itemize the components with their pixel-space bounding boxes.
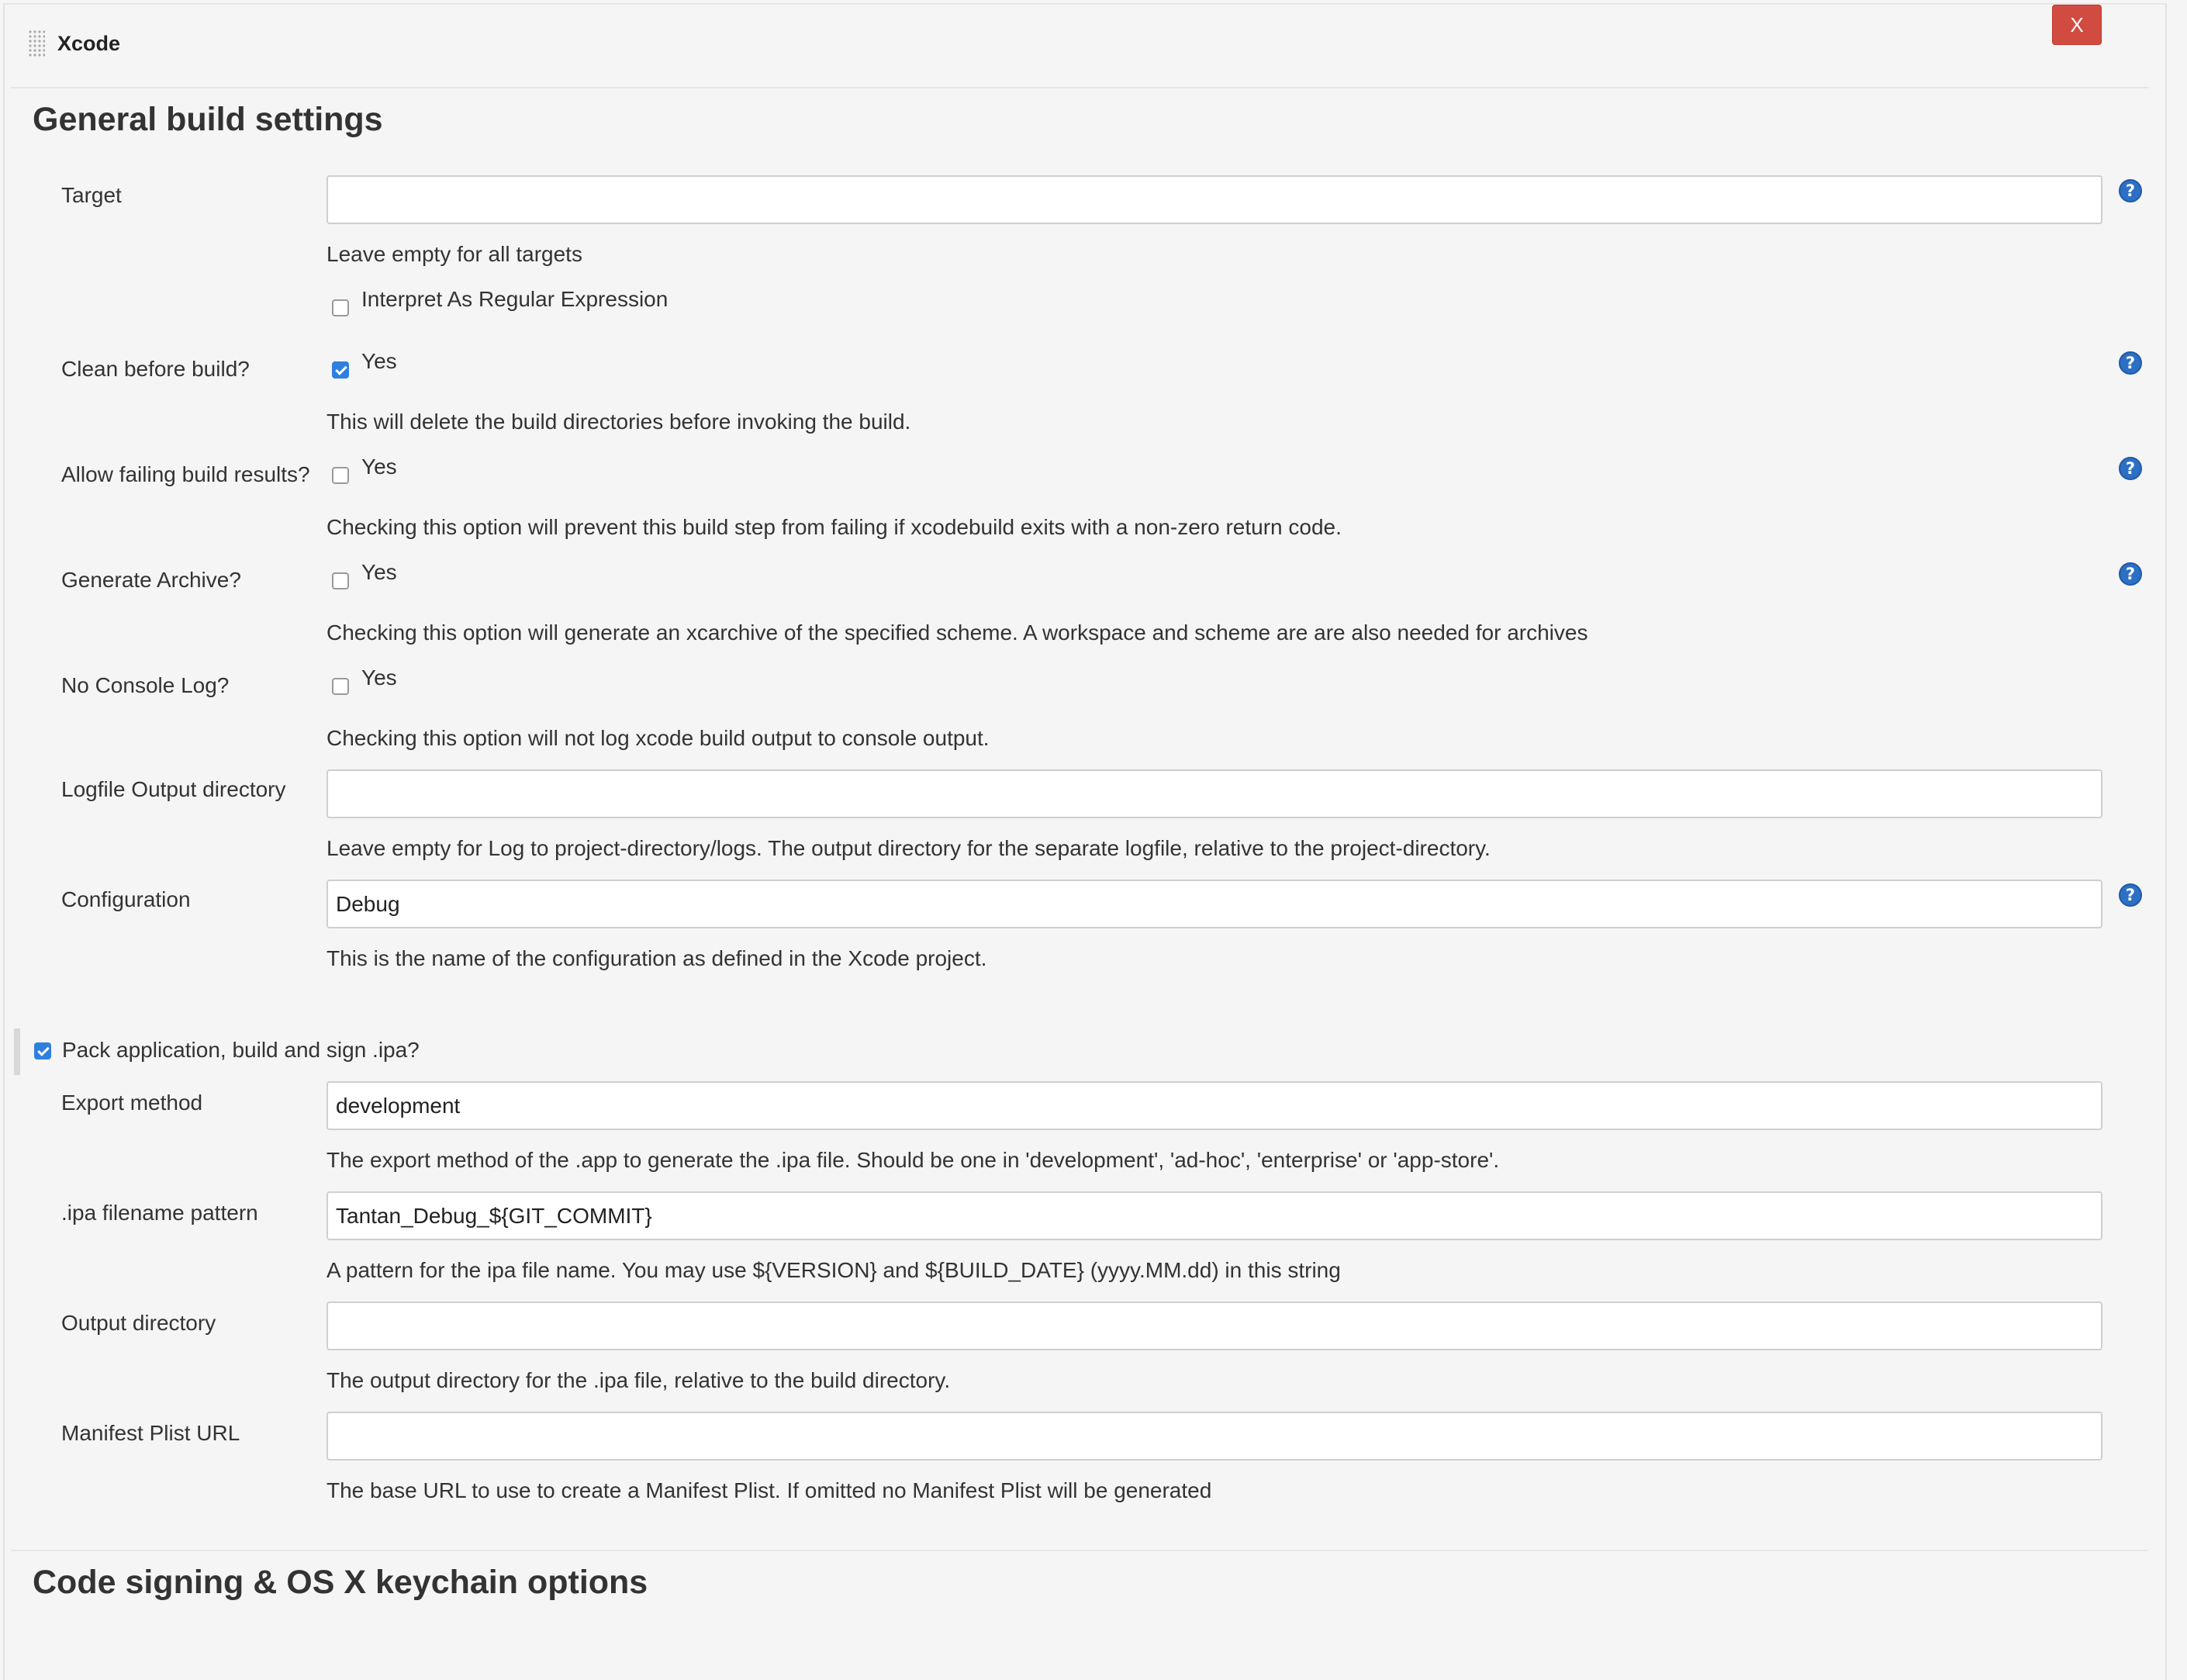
manifest-url-input[interactable] <box>326 1412 2102 1460</box>
allow-failing-checkbox-label: Yes <box>361 455 397 479</box>
optional-block-marker <box>14 1028 20 1075</box>
xcode-build-step-panel: Xcode X General build settings Target ? … <box>3 3 2167 1680</box>
regex-checkbox[interactable] <box>332 299 349 316</box>
generate-archive-checkbox[interactable] <box>332 572 349 589</box>
export-method-label: Export method <box>61 1091 203 1115</box>
help-icon[interactable]: ? <box>2119 179 2142 202</box>
allow-failing-label: Allow failing build results? <box>61 462 310 486</box>
help-icon[interactable]: ? <box>2119 351 2142 375</box>
output-dir-input[interactable] <box>326 1301 2102 1350</box>
configuration-label: Configuration <box>61 887 191 911</box>
ipa-pattern-input[interactable] <box>326 1191 2102 1240</box>
delete-step-button[interactable]: X <box>2052 5 2102 45</box>
pack-ipa-checkbox[interactable] <box>34 1042 51 1060</box>
clean-description: This will delete the build directories b… <box>326 410 911 434</box>
logfile-dir-input[interactable] <box>326 769 2102 818</box>
no-console-log-label: No Console Log? <box>61 673 230 697</box>
section-divider <box>11 1550 2148 1551</box>
builder-title: Xcode <box>57 32 121 55</box>
help-icon[interactable]: ? <box>2119 562 2142 586</box>
ipa-pattern-label: .ipa filename pattern <box>61 1201 258 1225</box>
configuration-description: This is the name of the configuration as… <box>326 946 987 970</box>
target-label: Target <box>61 183 122 207</box>
configuration-input[interactable] <box>326 880 2102 928</box>
section-divider <box>11 87 2148 88</box>
logfile-dir-label: Logfile Output directory <box>61 777 286 801</box>
drag-handle-icon[interactable] <box>28 29 45 57</box>
help-icon[interactable]: ? <box>2119 457 2142 480</box>
target-input[interactable] <box>326 175 2102 224</box>
clean-label: Clean before build? <box>61 357 250 381</box>
generate-archive-checkbox-label: Yes <box>361 560 397 584</box>
generate-archive-label: Generate Archive? <box>61 568 241 592</box>
no-console-log-description: Checking this option will not log xcode … <box>326 726 990 750</box>
output-dir-description: The output directory for the .ipa file, … <box>326 1368 951 1392</box>
clean-checkbox[interactable] <box>332 361 349 379</box>
section-heading-signing: Code signing & OS X keychain options <box>33 1564 648 1601</box>
no-console-log-checkbox[interactable] <box>332 678 349 695</box>
generate-archive-description: Checking this option will generate an xc… <box>326 620 1588 645</box>
manifest-url-label: Manifest Plist URL <box>61 1421 240 1445</box>
manifest-url-description: The base URL to use to create a Manifest… <box>326 1478 1212 1502</box>
target-description: Leave empty for all targets <box>326 242 582 266</box>
help-icon[interactable]: ? <box>2119 883 2142 907</box>
export-method-description: The export method of the .app to generat… <box>326 1148 1500 1172</box>
logfile-dir-description: Leave empty for Log to project-directory… <box>326 836 1491 860</box>
ipa-pattern-description: A pattern for the ipa file name. You may… <box>326 1258 1341 1282</box>
regex-checkbox-label: Interpret As Regular Expression <box>361 287 669 311</box>
pack-ipa-checkbox-label: Pack application, build and sign .ipa? <box>62 1038 420 1062</box>
allow-failing-checkbox[interactable] <box>332 467 349 484</box>
output-dir-label: Output directory <box>61 1311 216 1335</box>
export-method-input[interactable] <box>326 1081 2102 1130</box>
allow-failing-description: Checking this option will prevent this b… <box>326 515 1342 539</box>
clean-checkbox-label: Yes <box>361 349 397 373</box>
no-console-log-checkbox-label: Yes <box>361 665 397 690</box>
section-heading-general: General build settings <box>33 101 383 138</box>
